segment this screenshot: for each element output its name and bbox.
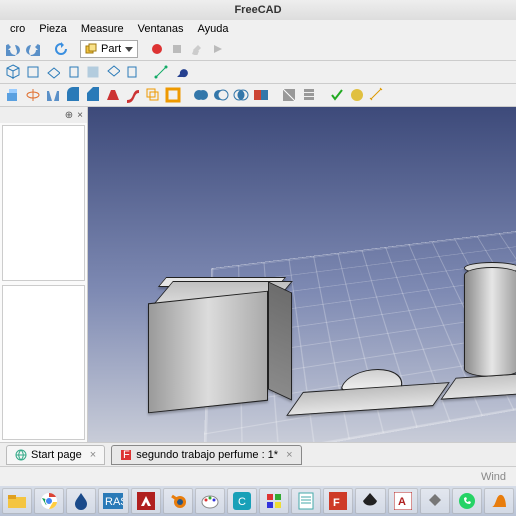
extrude-icon[interactable] xyxy=(4,86,22,104)
taskbar-file-explorer[interactable] xyxy=(2,488,32,514)
redo-icon[interactable] xyxy=(24,40,42,58)
view-left-icon[interactable] xyxy=(124,63,142,81)
title-bar: FreeCAD xyxy=(0,0,516,20)
view-bottom-icon[interactable] xyxy=(104,63,122,81)
svg-text:RAS: RAS xyxy=(105,496,123,508)
taskbar-chrome[interactable] xyxy=(34,488,64,514)
thickness-icon[interactable] xyxy=(164,86,182,104)
taskbar-notepad[interactable] xyxy=(291,488,321,514)
menu-bar: cro Pieza Measure Ventanas Ayuda xyxy=(0,20,516,38)
measure-linear-icon[interactable] xyxy=(368,86,386,104)
menu-macro[interactable]: cro xyxy=(4,22,31,36)
model-container-box[interactable] xyxy=(148,277,278,427)
svg-text:F: F xyxy=(123,449,130,461)
toolbar-workbench: Part xyxy=(0,38,516,61)
chevron-down-icon xyxy=(125,47,133,52)
taskbar-grey-app[interactable] xyxy=(420,488,450,514)
boolean-common-icon[interactable] xyxy=(232,86,250,104)
mirror-icon[interactable] xyxy=(44,86,62,104)
close-panel-icon[interactable]: × xyxy=(77,110,83,121)
svg-text:A: A xyxy=(398,496,406,508)
tab-label: segundo trabajo perfume : 1* xyxy=(136,449,278,461)
main-area: ⊕ × xyxy=(0,107,516,442)
undo-icon[interactable] xyxy=(4,40,22,58)
property-view[interactable] xyxy=(2,285,85,441)
model-tree-view[interactable] xyxy=(2,125,85,281)
model-clip-bracket[interactable] xyxy=(298,357,438,427)
toolbar-views xyxy=(0,61,516,84)
tab-document[interactable]: F segundo trabajo perfume : 1* × xyxy=(111,445,301,465)
chamfer-icon[interactable] xyxy=(84,86,102,104)
tab-close-icon[interactable]: × xyxy=(286,449,292,461)
panel-header: ⊕ × xyxy=(0,107,87,123)
tab-label: Start page xyxy=(31,449,82,461)
loft-icon[interactable] xyxy=(104,86,122,104)
3d-viewport[interactable] xyxy=(88,107,516,442)
macro-edit-icon[interactable] xyxy=(188,40,206,58)
macro-play-icon[interactable] xyxy=(208,40,226,58)
measure-icon[interactable] xyxy=(152,63,170,81)
workbench-label: Part xyxy=(101,43,121,55)
refresh-icon[interactable] xyxy=(52,40,70,58)
macro-stop-icon[interactable] xyxy=(168,40,186,58)
globe-icon xyxy=(15,449,27,461)
crosssections-icon[interactable] xyxy=(300,86,318,104)
taskbar-paint[interactable] xyxy=(195,488,225,514)
boolean-cut-icon[interactable] xyxy=(212,86,230,104)
appearance-icon[interactable] xyxy=(348,86,366,104)
boolean-fragments-icon[interactable] xyxy=(252,86,270,104)
taskbar-waterdrop[interactable] xyxy=(66,488,96,514)
offset-icon[interactable] xyxy=(144,86,162,104)
freecad-doc-icon: F xyxy=(120,449,132,461)
macro-record-icon[interactable] xyxy=(148,40,166,58)
revolve-icon[interactable] xyxy=(24,86,42,104)
toolbar-part xyxy=(0,84,516,107)
os-taskbar: RAS C F A xyxy=(0,486,516,516)
view-rear-icon[interactable] xyxy=(84,63,102,81)
menu-pieza[interactable]: Pieza xyxy=(33,22,73,36)
taskbar-freecad[interactable]: F xyxy=(323,488,353,514)
view-iso-icon[interactable] xyxy=(4,63,22,81)
model-cylinder-bottle[interactable] xyxy=(458,257,516,397)
svg-text:F: F xyxy=(333,497,340,509)
view-top-icon[interactable] xyxy=(44,63,62,81)
part-workbench-icon xyxy=(85,43,97,55)
status-bar: Wind xyxy=(0,466,516,486)
taskbar-app-red[interactable] xyxy=(131,488,161,514)
taskbar-blender[interactable] xyxy=(163,488,193,514)
boolean-union-icon[interactable] xyxy=(192,86,210,104)
workbench-selector[interactable]: Part xyxy=(80,40,138,58)
view-front-icon[interactable] xyxy=(24,63,42,81)
taskbar-teal-app[interactable]: C xyxy=(227,488,257,514)
view-right-icon[interactable] xyxy=(64,63,82,81)
menu-ayuda[interactable]: Ayuda xyxy=(191,22,234,36)
status-text: Wind xyxy=(481,471,506,483)
pin-icon[interactable]: ⊕ xyxy=(65,110,73,121)
tab-close-icon[interactable]: × xyxy=(90,449,96,461)
taskbar-autocad[interactable]: A xyxy=(388,488,418,514)
section-icon[interactable] xyxy=(280,86,298,104)
svg-text:C: C xyxy=(238,496,246,508)
menu-ventanas[interactable]: Ventanas xyxy=(132,22,190,36)
taskbar-color-picker[interactable] xyxy=(259,488,289,514)
check-geometry-icon[interactable] xyxy=(328,86,346,104)
app-title: FreeCAD xyxy=(234,4,281,16)
side-panel: ⊕ × xyxy=(0,107,88,442)
taskbar-slicer[interactable] xyxy=(484,488,514,514)
taskbar-whatsapp[interactable] xyxy=(452,488,482,514)
menu-measure[interactable]: Measure xyxy=(75,22,130,36)
whatsthis-icon[interactable] xyxy=(172,63,190,81)
sweep-icon[interactable] xyxy=(124,86,142,104)
tab-start-page[interactable]: Start page × xyxy=(6,445,105,465)
taskbar-inkscape[interactable] xyxy=(355,488,385,514)
taskbar-ide[interactable]: RAS xyxy=(98,488,128,514)
fillet-icon[interactable] xyxy=(64,86,82,104)
document-tabs: Start page × F segundo trabajo perfume :… xyxy=(0,442,516,466)
